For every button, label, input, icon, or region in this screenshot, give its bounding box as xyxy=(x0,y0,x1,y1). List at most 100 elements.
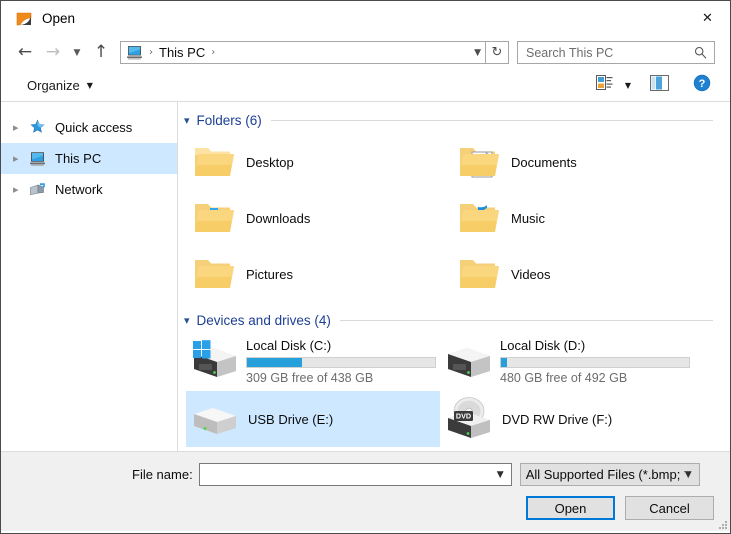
folders-grid: Desktop A xyxy=(178,134,730,302)
view-dropdown-icon[interactable]: ▼ xyxy=(625,81,631,90)
items-view: ▾ Folders (6) xyxy=(178,102,730,451)
folder-item-documents[interactable]: A Documents xyxy=(451,134,716,190)
navigation-bar: ← → ▼ ↑ › This PC › xyxy=(1,36,730,69)
dialog-footer: File name: ▼ All Supported Files (*.bmp;… xyxy=(1,451,730,531)
svg-text:DVD: DVD xyxy=(456,412,471,421)
drives-grid: Local Disk (C:) 309 GB free of 438 GB xyxy=(178,333,730,449)
drive-info: Local Disk (C:) 309 GB free of 438 GB xyxy=(246,337,436,386)
sidebar-item-network[interactable]: ▸ Network xyxy=(1,174,177,205)
svg-text:?: ? xyxy=(699,78,706,90)
folder-documents-icon: A xyxy=(455,138,503,186)
drive-label: Local Disk (D:) xyxy=(500,337,690,354)
capacity-bar-fill xyxy=(247,358,302,367)
preview-pane-button[interactable] xyxy=(647,72,672,99)
breadcrumb-separator-end[interactable]: › xyxy=(211,47,215,58)
drive-free-space: 309 GB free of 438 GB xyxy=(246,371,436,386)
title-bar: Open ✕ xyxy=(1,1,730,36)
drive-label: Local Disk (C:) xyxy=(246,337,436,354)
back-button[interactable]: ← xyxy=(11,40,39,66)
group-divider xyxy=(340,320,713,321)
filename-combobox[interactable]: ▼ xyxy=(199,463,512,486)
folder-item-desktop[interactable]: Desktop xyxy=(186,134,451,190)
drive-item-local-disk-d[interactable]: Local Disk (D:) 480 GB free of 492 GB xyxy=(440,333,694,389)
address-dropdown-icon[interactable]: ▼ xyxy=(474,48,481,58)
chevron-right-icon[interactable]: ▸ xyxy=(13,183,29,196)
help-icon: ? xyxy=(693,74,711,97)
drive-item-dvd-rw-drive-f[interactable]: DVD DVD RW Drive (F:) xyxy=(440,391,694,447)
windows-drive-icon xyxy=(190,338,240,384)
capacity-bar xyxy=(500,357,690,368)
search-box[interactable] xyxy=(517,41,715,64)
folder-label: Documents xyxy=(511,155,577,170)
drive-icon xyxy=(444,338,494,384)
chevron-down-icon[interactable]: ▾ xyxy=(184,114,190,127)
file-type-combobox[interactable]: All Supported Files (*.bmp; *.dil ▼ xyxy=(520,463,700,486)
folder-item-pictures[interactable]: Pictures xyxy=(186,246,451,302)
group-title: Folders (6) xyxy=(197,113,262,128)
dialog-body: ▸ Quick access ▸ xyxy=(1,102,730,451)
help-button[interactable]: ? xyxy=(690,71,714,100)
sidebar-item-label: Network xyxy=(55,182,103,197)
view-list-icon xyxy=(596,75,613,96)
recent-locations-button[interactable]: ▼ xyxy=(67,40,87,66)
sidebar-item-label: This PC xyxy=(55,151,101,166)
refresh-icon: ↻ xyxy=(492,46,503,59)
this-pc-icon xyxy=(126,45,143,60)
drive-item-local-disk-c[interactable]: Local Disk (C:) 309 GB free of 438 GB xyxy=(186,333,440,389)
chevron-right-icon[interactable]: ▸ xyxy=(13,152,29,165)
forward-arrow-icon: → xyxy=(46,44,60,61)
command-toolbar: Organize ▼ ▼ xyxy=(1,69,730,102)
file-type-value: All Supported Files (*.bmp; *.dil xyxy=(526,467,685,482)
folder-item-videos[interactable]: Videos xyxy=(451,246,716,302)
folder-label: Music xyxy=(511,211,545,226)
change-view-button[interactable] xyxy=(593,72,616,99)
folder-item-downloads[interactable]: Downloads xyxy=(186,190,451,246)
filename-input[interactable] xyxy=(205,466,497,483)
resize-grip[interactable] xyxy=(717,519,727,529)
open-file-dialog: Open ✕ ← → ▼ ↑ xyxy=(0,0,731,534)
breadcrumb-label: This PC xyxy=(159,45,205,60)
group-title: Devices and drives (4) xyxy=(197,313,331,328)
folder-label: Downloads xyxy=(246,211,310,226)
up-button[interactable]: ↑ xyxy=(87,40,115,66)
folder-item-music[interactable]: Music xyxy=(451,190,716,246)
group-divider xyxy=(271,120,713,121)
usb-drive-icon xyxy=(190,396,240,442)
search-input[interactable] xyxy=(524,45,694,61)
search-icon xyxy=(694,46,707,59)
cancel-button[interactable]: Cancel xyxy=(625,496,714,520)
navigation-pane: ▸ Quick access ▸ xyxy=(1,102,178,451)
open-button[interactable]: Open xyxy=(526,496,615,520)
folder-pictures-icon xyxy=(190,250,238,298)
dvd-drive-icon: DVD xyxy=(444,396,494,442)
app-orange-icon xyxy=(16,10,33,27)
drive-item-usb-drive-e[interactable]: USB Drive (E:) xyxy=(186,391,440,447)
close-button[interactable]: ✕ xyxy=(685,1,730,36)
forward-button[interactable]: → xyxy=(39,40,67,66)
sidebar-item-quick-access[interactable]: ▸ Quick access xyxy=(1,112,177,143)
sidebar-item-this-pc[interactable]: ▸ This PC xyxy=(1,143,177,174)
network-icon xyxy=(29,181,46,198)
chevron-right-icon[interactable]: ▸ xyxy=(13,121,29,134)
breadcrumb-this-pc[interactable]: This PC xyxy=(159,45,205,60)
address-bar[interactable]: › This PC › ▼ xyxy=(120,41,486,64)
chevron-down-icon[interactable]: ▼ xyxy=(685,470,692,480)
group-header-devices[interactable]: ▾ Devices and drives (4) xyxy=(184,313,730,328)
dialog-buttons: Open Cancel xyxy=(526,496,714,520)
capacity-bar xyxy=(246,357,436,368)
organize-button[interactable]: Organize ▼ xyxy=(23,75,97,96)
chevron-down-icon: ▼ xyxy=(87,81,93,90)
breadcrumb-separator: › xyxy=(149,47,153,58)
folder-label: Videos xyxy=(511,267,551,282)
preview-pane-icon xyxy=(650,75,669,96)
folder-label: Desktop xyxy=(246,155,294,170)
group-header-folders[interactable]: ▾ Folders (6) xyxy=(184,113,730,128)
back-arrow-icon: ← xyxy=(18,44,32,61)
folder-label: Pictures xyxy=(246,267,293,282)
chevron-down-icon[interactable]: ▾ xyxy=(184,314,190,327)
chevron-down-icon[interactable]: ▼ xyxy=(497,470,504,480)
star-pin-icon xyxy=(29,119,46,136)
filename-row: File name: ▼ All Supported Files (*.bmp;… xyxy=(1,452,730,486)
refresh-button[interactable]: ↻ xyxy=(486,41,509,64)
sidebar-item-label: Quick access xyxy=(55,120,132,135)
